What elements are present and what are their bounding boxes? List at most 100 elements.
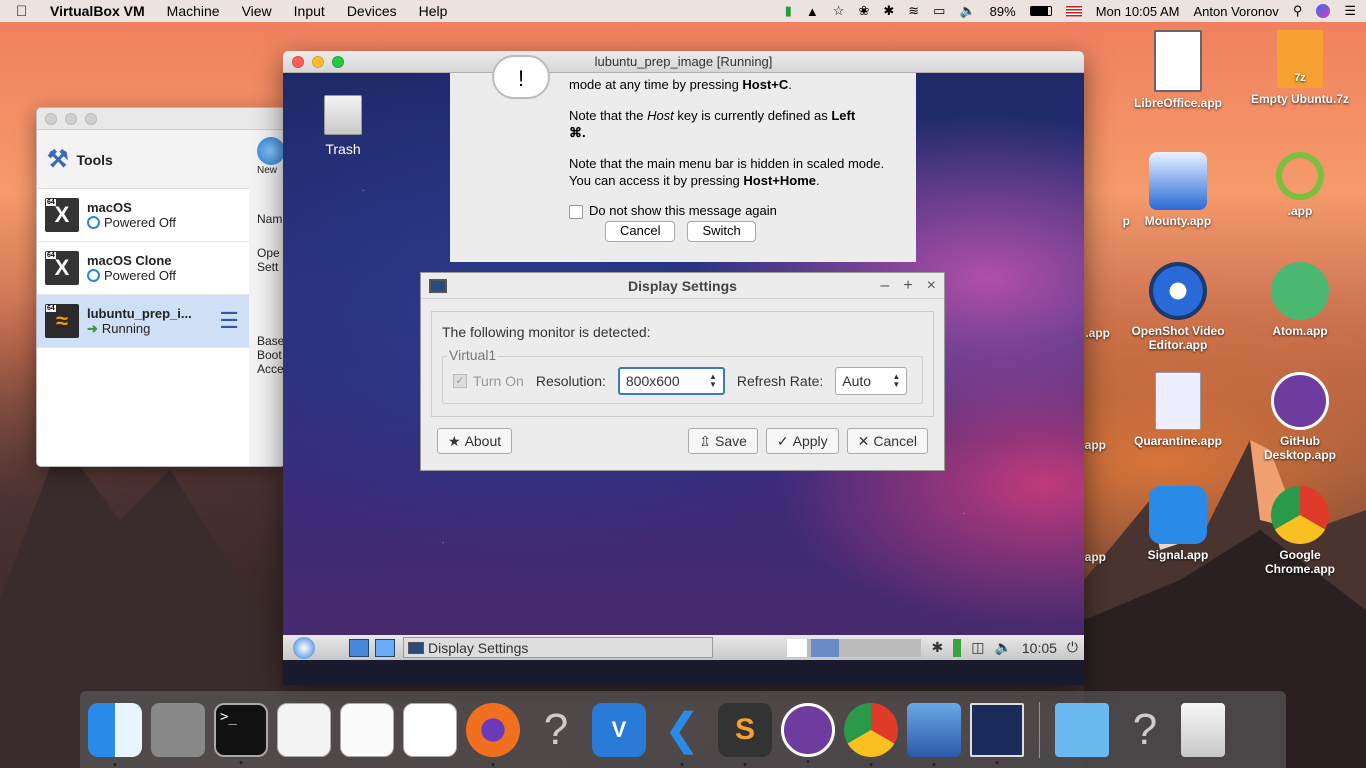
mountain-icon[interactable]: ▲	[806, 4, 819, 19]
apply-button[interactable]: ✓ Apply	[765, 428, 839, 454]
details-text: Boot	[257, 348, 282, 362]
virtualbox-manager-window: ⚒ Tools 64 X macOS Powered Off 64 X macOS …	[36, 107, 286, 467]
desktop-icon-quarantine[interactable]: Quarantine.app	[1123, 372, 1233, 448]
menu-clock[interactable]: Mon 10:05 AM	[1096, 4, 1180, 19]
finder-icon[interactable]	[88, 702, 142, 757]
star-icon[interactable]: ☆	[833, 3, 845, 19]
close-icon[interactable]	[45, 112, 57, 125]
search-icon[interactable]: ⚲	[1293, 3, 1303, 19]
taskbar-display-settings[interactable]: Display Settings	[403, 637, 713, 658]
chrome-icon	[1271, 486, 1329, 544]
script-editor-icon[interactable]	[277, 702, 331, 757]
vnc-icon[interactable]: V	[592, 702, 646, 757]
volume-icon[interactable]: 🔈	[994, 639, 1011, 656]
menu-help[interactable]: Help	[419, 3, 448, 19]
unknown-stack-icon[interactable]: ?	[1118, 703, 1172, 757]
colorful-rings-icon	[1276, 152, 1324, 200]
github-desktop-icon[interactable]	[781, 702, 835, 757]
about-button[interactable]: ★ About	[437, 428, 513, 454]
resolution-select[interactable]: 800x600 ▲ ▼	[617, 367, 725, 395]
host-key-info-dialog: ! mode at any time by pressing Host+C. N…	[450, 55, 916, 262]
chrome-icon[interactable]	[844, 702, 898, 757]
vm-list: ⚒ Tools 64 X macOS Powered Off 64 X macOS …	[37, 131, 249, 466]
switch-button[interactable]: Switch	[687, 221, 756, 242]
detected-label: The following monitor is detected:	[442, 324, 651, 340]
tools-item[interactable]: ⚒ Tools	[37, 131, 249, 189]
apple-icon[interactable]: 	[16, 3, 36, 20]
lxde-panel: Display Settings ✱ ◫ 🔈 10:05 ⏻	[283, 635, 1084, 660]
desktop-icon-github-desktop[interactable]: GitHub Desktop.app	[1245, 372, 1355, 462]
quarantine-icon	[1155, 372, 1201, 430]
maximize-icon[interactable]: +	[903, 277, 912, 295]
sublime-text-icon[interactable]: S	[718, 702, 772, 757]
desktop-icon-libreoffice[interactable]: LibreOffice.app	[1123, 30, 1233, 110]
wifi-icon[interactable]: ≋	[908, 3, 919, 19]
start-menu-icon[interactable]	[293, 636, 315, 659]
bluetooth-icon[interactable]: ✱	[883, 3, 894, 19]
vm-item-lubuntu[interactable]: 64 ≈ lubuntu_prep_i... ➜ Running ☰	[37, 295, 249, 348]
unknown-app-icon[interactable]: ?	[529, 703, 583, 757]
checkbox-checked-icon: ✓	[453, 374, 467, 388]
checkbox-box[interactable]	[569, 204, 583, 219]
menu-input[interactable]: Input	[294, 3, 325, 19]
flag-icon[interactable]	[1065, 5, 1082, 17]
power-off-icon	[87, 269, 100, 282]
leaf-icon[interactable]: ❀	[858, 3, 869, 19]
minimize-icon[interactable]: –	[880, 277, 889, 295]
desktop-icon-mounty[interactable]: Mounty.app	[1123, 152, 1233, 228]
file-manager-icon[interactable]	[349, 638, 369, 657]
panel-clock[interactable]: 10:05	[1022, 640, 1057, 656]
firefox-icon[interactable]	[466, 702, 520, 757]
minimize-icon[interactable]	[65, 112, 77, 125]
save-button[interactable]: ⇫ Save	[688, 428, 758, 454]
desktop-icon-openshot[interactable]: OpenShot Video Editor.app	[1123, 262, 1233, 352]
cancel-button[interactable]: ✕ Cancel	[846, 428, 928, 454]
desktop-icon-app[interactable]: .app	[1245, 152, 1355, 218]
vm-item-macos[interactable]: 64 X macOS Powered Off	[37, 189, 249, 242]
desktop-icon-atom[interactable]: Atom.app	[1245, 262, 1355, 338]
volume-icon[interactable]: 🔈	[959, 3, 975, 19]
menu-bar:  VirtualBox VM Machine View Input Devic…	[0, 0, 1366, 22]
vm-preview-icon[interactable]	[970, 702, 1024, 757]
menu-user[interactable]: Anton Voronov	[1194, 4, 1279, 19]
zoom-icon[interactable]	[85, 112, 97, 125]
network-icon[interactable]: ◫	[971, 639, 984, 656]
textedit-icon[interactable]	[340, 702, 394, 757]
notification-center-icon[interactable]: ☰	[1344, 3, 1356, 19]
vm-menu-icon[interactable]: ☰	[219, 308, 239, 334]
workspace-switcher[interactable]	[787, 638, 922, 657]
notes-icon[interactable]	[403, 702, 457, 757]
guest-trash[interactable]: Trash	[321, 95, 365, 157]
desktop-icon-signal[interactable]: Signal.app	[1123, 486, 1233, 562]
siri-icon[interactable]	[1316, 4, 1331, 18]
evernote-icon[interactable]: ▮	[785, 3, 792, 19]
vm-item-macos-clone[interactable]: 64 X macOS Clone Powered Off	[37, 242, 249, 295]
terminal-icon[interactable]: >_	[214, 702, 268, 757]
trash-icon[interactable]	[1181, 702, 1225, 757]
desktop-switch-icon[interactable]	[375, 638, 395, 657]
info-cancel-button[interactable]: Cancel	[605, 221, 676, 242]
do-not-show-checkbox[interactable]: Do not show this message again	[569, 203, 896, 220]
menu-view[interactable]: View	[242, 3, 272, 19]
virtualbox-icon[interactable]	[907, 702, 961, 757]
new-label[interactable]: New	[257, 165, 285, 176]
desktop-icon-empty-ubuntu[interactable]: 7z Empty Ubuntu.7z	[1245, 30, 1355, 106]
vscode-icon[interactable]: ❮	[655, 703, 709, 757]
close-icon[interactable]: ×	[927, 277, 936, 295]
system-preferences-icon[interactable]	[151, 702, 205, 757]
desktop-icon-chrome[interactable]: Google Chrome.app	[1245, 486, 1355, 576]
menu-app-name[interactable]: VirtualBox VM	[50, 3, 145, 19]
github-icon	[1271, 372, 1329, 430]
battery-percent[interactable]: 89%	[990, 4, 1016, 19]
menu-devices[interactable]: Devices	[347, 3, 397, 19]
applications-folder-icon[interactable]	[1055, 702, 1109, 757]
new-icon[interactable]	[257, 137, 285, 165]
menu-machine[interactable]: Machine	[167, 3, 220, 19]
power-off-icon	[87, 216, 100, 229]
lubuntu-icon: 64 ≈	[45, 304, 79, 338]
bluetooth-icon[interactable]: ✱	[931, 639, 943, 656]
turn-on-checkbox[interactable]: ✓ Turn On	[453, 373, 524, 389]
airplay-icon[interactable]: ▭	[933, 3, 945, 19]
refresh-rate-select[interactable]: Auto ▲ ▼	[835, 367, 908, 395]
power-icon[interactable]: ⏻	[1067, 639, 1078, 656]
